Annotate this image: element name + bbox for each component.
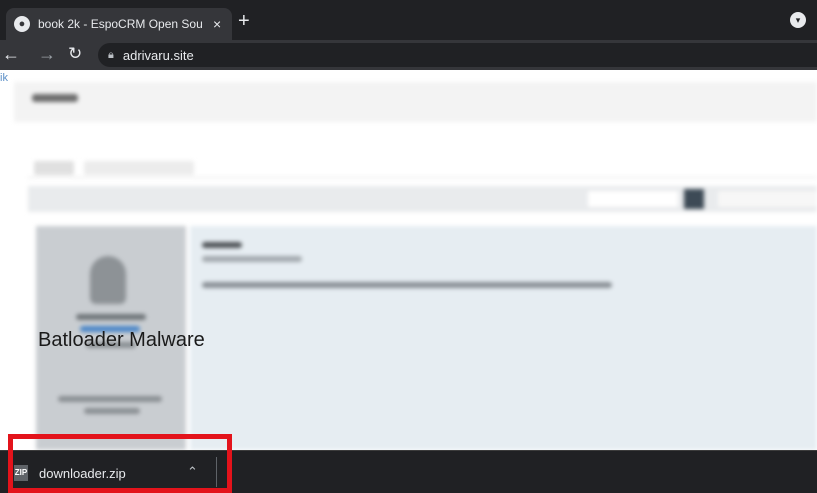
search-button [684,189,704,209]
browser-toolbar: ← → ↻ 🔒︎ adrivaru.site [0,40,817,70]
post-date-line [202,256,302,262]
post-panel [190,226,817,450]
back-button[interactable]: ← [2,44,20,64]
blurred-page-content [0,70,817,450]
site-header [14,82,817,122]
user-name-line [76,314,146,320]
user-posts-line [84,408,140,414]
avatar [90,256,126,304]
browser-tab[interactable]: ● book 2k - EspoCRM Open Source × [6,8,232,40]
highlight-box [8,434,232,493]
browser-tab-bar: ● book 2k - EspoCRM Open Source × + ▾ [0,0,817,40]
reload-button[interactable]: ↻ [68,44,82,64]
user-date-line [58,396,162,402]
profile-icon[interactable]: ▾ [790,12,806,28]
url-text: adrivaru.site [122,47,194,63]
forum-tab [84,161,194,175]
address-bar[interactable]: 🔒︎ adrivaru.site [98,43,817,67]
page-viewport: ik Batloader Malware [0,70,817,450]
post-title-line [202,242,242,248]
forum-tabs [28,158,817,178]
pager-bar [28,186,817,212]
post-body-line [202,282,612,288]
tab-title: book 2k - EspoCRM Open Source [38,17,203,31]
search-input [588,191,678,207]
globe-icon: ● [14,16,30,32]
site-title-blurred [32,94,78,102]
tab-close-button[interactable]: × [210,16,224,32]
caption-label: Batloader Malware [38,329,205,351]
forum-tab [34,161,74,175]
lock-icon: 🔒︎ [108,48,114,61]
forward-button[interactable]: → [38,44,56,64]
new-tab-button[interactable]: + [238,11,250,31]
page-selector [718,191,817,207]
